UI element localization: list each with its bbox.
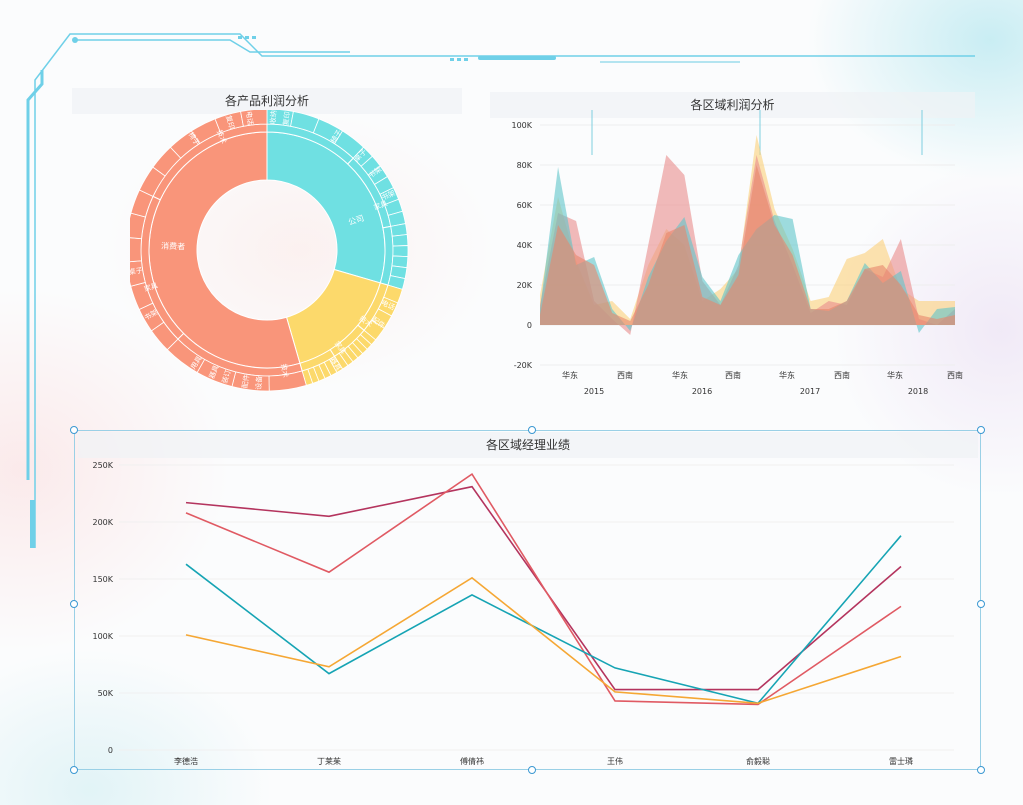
line-series — [185, 535, 902, 705]
x-tick-label: 华东 — [562, 370, 578, 380]
resize-handle-se[interactable] — [977, 766, 985, 774]
sunburst-label: 收纳 — [268, 110, 278, 124]
x-tick-label: 西南 — [617, 370, 633, 380]
year-label: 2015 — [584, 387, 604, 396]
sunburst-subcategory — [392, 245, 409, 258]
area-chart: -20K 0 20K 40K 60K 80K 100K 华东 西南 华东 西南 华东 西南 华东 西南 201… — [511, 110, 963, 396]
y-tick-label: 250K — [92, 461, 113, 470]
resize-handle-e[interactable] — [977, 600, 985, 608]
year-label: 2016 — [692, 387, 712, 396]
x-tick-label: 西南 — [947, 370, 963, 380]
x-tick-label: 李德浩 — [174, 756, 198, 766]
line-chart: 0 50K 100K 150K 200K 250K 李德浩 丁莱茱 傅倩祎 王伟 俞毅聪 雷士璘 — [92, 461, 954, 766]
y-tick-label: 0 — [527, 321, 532, 330]
y-tick-label: 0 — [108, 746, 113, 755]
line-series — [185, 576, 902, 705]
resize-handle-ne[interactable] — [977, 426, 985, 434]
x-tick-label: 西南 — [834, 370, 850, 380]
x-tick-label: 华东 — [779, 370, 795, 380]
y-tick-label: 50K — [98, 689, 114, 698]
y-tick-label: 20K — [517, 281, 533, 290]
x-tick-label: 傅倩祎 — [460, 756, 484, 766]
x-tick-label: 华东 — [672, 370, 688, 380]
x-tick-label: 西南 — [725, 370, 741, 380]
y-tick-label: 200K — [92, 518, 113, 527]
y-tick-label: 60K — [517, 201, 533, 210]
resize-handle-n[interactable] — [528, 426, 536, 434]
sunburst-label: 消费者 — [161, 241, 185, 252]
resize-handle-sw[interactable] — [70, 766, 78, 774]
year-label: 2018 — [908, 387, 928, 396]
y-tick-label: -20K — [514, 361, 533, 370]
resize-handle-w[interactable] — [70, 600, 78, 608]
year-label: 2017 — [800, 387, 820, 396]
x-tick-label: 雷士璘 — [889, 756, 913, 766]
sunburst-subcategory — [130, 237, 142, 263]
resize-handle-s[interactable] — [528, 766, 536, 774]
y-tick-label: 100K — [511, 121, 532, 130]
x-tick-label: 王伟 — [607, 756, 623, 766]
sunburst-subcategory — [391, 234, 409, 247]
y-tick-label: 100K — [92, 632, 113, 641]
x-tick-label: 俞毅聪 — [746, 756, 770, 766]
y-tick-label: 80K — [517, 161, 533, 170]
sunburst-label: 电话 — [244, 111, 255, 126]
y-tick-label: 40K — [517, 241, 533, 250]
resize-handle-nw[interactable] — [70, 426, 78, 434]
sunburst-label: 设备 — [254, 375, 264, 390]
x-tick-label: 华东 — [887, 370, 903, 380]
x-tick-label: 丁莱茱 — [317, 756, 341, 766]
y-tick-label: 150K — [92, 575, 113, 584]
sunburst-chart: 消费者公司技术家具家具技术技术家具电话复印椅子桌子书架用具器具 装订 配件 设备椅子桌… — [130, 110, 409, 392]
